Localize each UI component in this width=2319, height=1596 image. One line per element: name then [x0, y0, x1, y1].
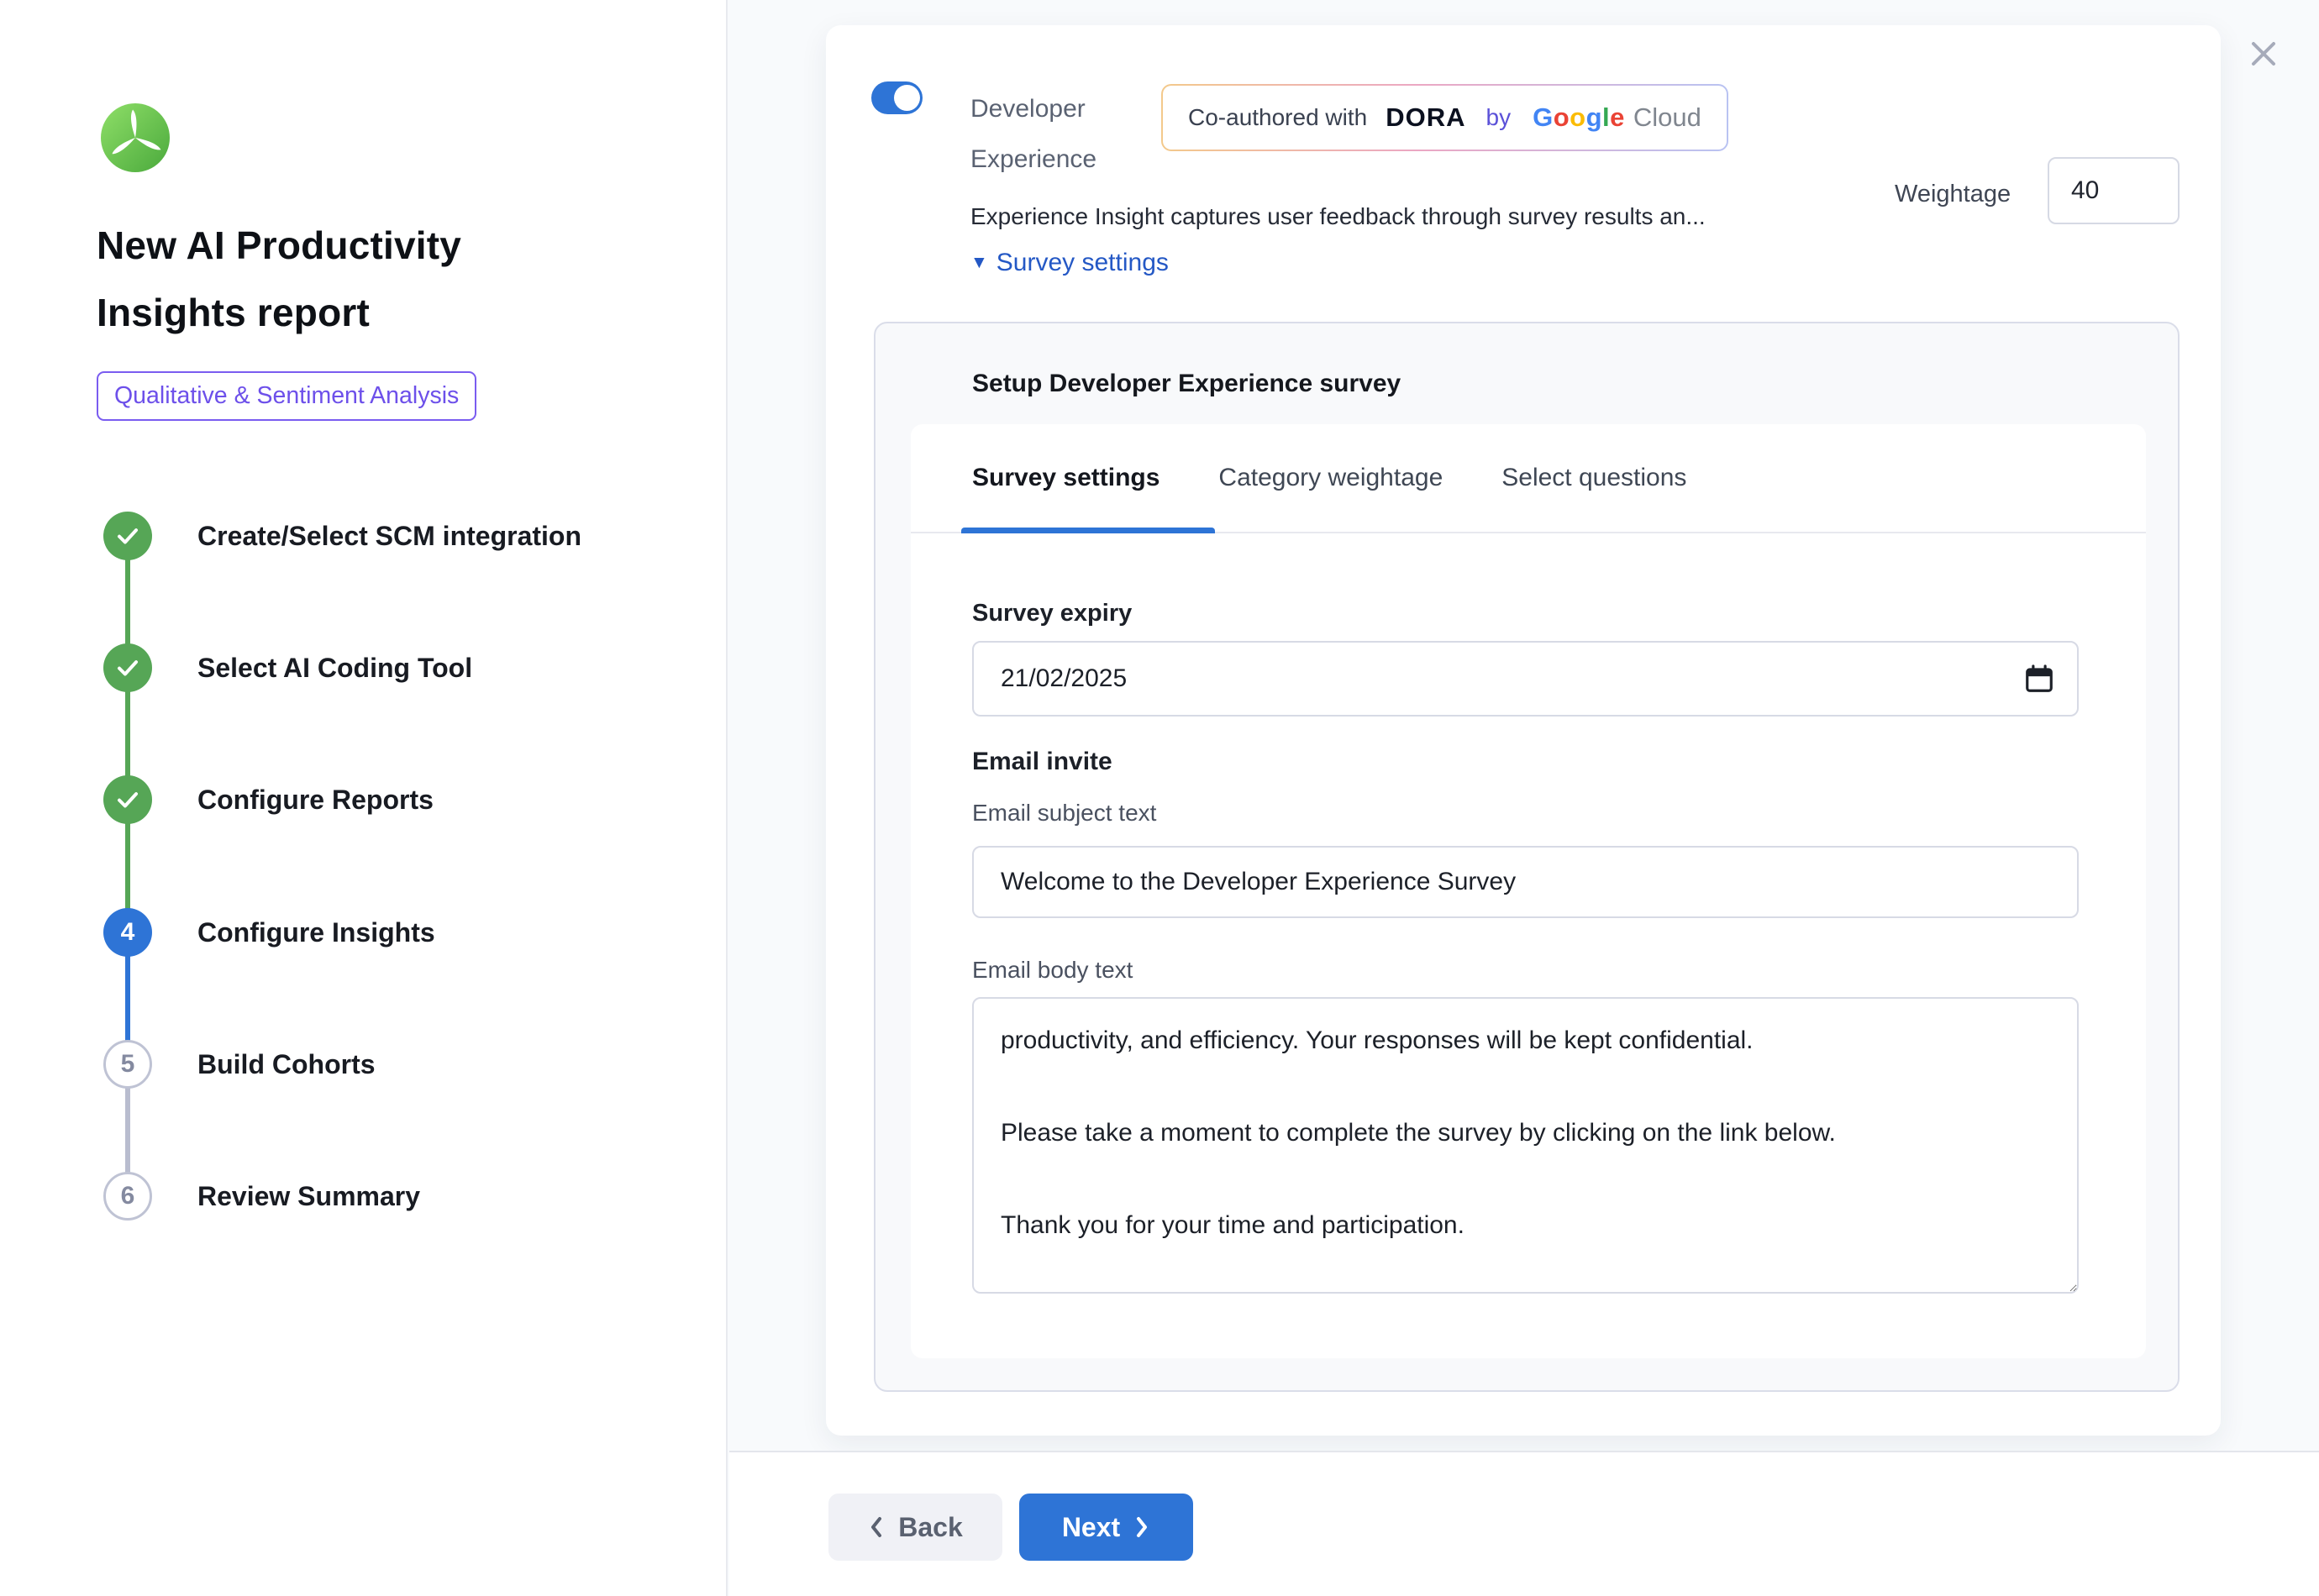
- email-body-label: Email body text: [972, 957, 1133, 984]
- step-label: Review Summary: [197, 1181, 420, 1212]
- setup-survey-heading: Setup Developer Experience survey: [972, 370, 1401, 398]
- step-label: Select AI Coding Tool: [197, 653, 472, 684]
- survey-settings-link-label: Survey settings: [996, 249, 1169, 277]
- google-letter: o: [1554, 102, 1570, 132]
- check-icon: [115, 655, 140, 680]
- step-done-circle: [103, 512, 152, 560]
- survey-expiry-field: [972, 641, 2079, 717]
- back-button-label: Back: [898, 1512, 963, 1543]
- survey-expiry-input[interactable]: [972, 641, 2079, 717]
- email-subject-input[interactable]: [972, 846, 2079, 918]
- coauthor-by: by: [1486, 104, 1512, 131]
- coauthor-prefix: Co-authored with: [1188, 104, 1367, 131]
- google-letter: e: [1610, 102, 1625, 132]
- google-letter: g: [1586, 102, 1602, 132]
- stepper-item-review-summary[interactable]: 6 Review Summary: [103, 1172, 420, 1221]
- weightage-label: Weightage: [1895, 181, 2011, 208]
- tab-survey-settings[interactable]: Survey settings: [972, 464, 1160, 492]
- coauthor-badge: Co-authored with DORA by Google Cloud: [1161, 84, 1728, 151]
- next-button-label: Next: [1062, 1512, 1120, 1543]
- active-tab-indicator: [961, 528, 1215, 533]
- check-icon: [115, 523, 140, 549]
- survey-tabs-card: Survey settings Category weightage Selec…: [911, 424, 2146, 1358]
- coauthor-badge-inner: Co-authored with DORA by Google Cloud: [1163, 86, 1727, 150]
- calendar-icon[interactable]: [2023, 663, 2055, 695]
- chevron-left-icon: [868, 1515, 885, 1539]
- email-subject-field: [972, 846, 2079, 918]
- step-done-circle: [103, 643, 152, 692]
- survey-expiry-label: Survey expiry: [972, 600, 1132, 627]
- next-button[interactable]: Next: [1019, 1494, 1193, 1561]
- app-logo-propeller-icon: [101, 103, 170, 172]
- configure-insights-panel: Developer Experience Co-authored with DO…: [826, 25, 2221, 1436]
- stepper-item-configure-reports[interactable]: Configure Reports: [103, 775, 434, 824]
- chevron-right-icon: [1133, 1515, 1150, 1539]
- step-active-circle: 4: [103, 908, 152, 957]
- step-label: Configure Reports: [197, 785, 434, 816]
- tab-row: Survey settings Category weightage Selec…: [911, 424, 2146, 533]
- stepper-item-configure-insights[interactable]: 4 Configure Insights: [103, 908, 435, 957]
- google-logo: Google: [1533, 102, 1625, 133]
- close-button[interactable]: [2247, 37, 2280, 71]
- step-done-circle: [103, 775, 152, 824]
- close-icon: [2247, 37, 2280, 71]
- insight-description: Experience Insight captures user feedbac…: [970, 203, 1886, 230]
- step-label: Build Cohorts: [197, 1049, 376, 1080]
- back-button[interactable]: Back: [828, 1494, 1002, 1561]
- developer-experience-toggle[interactable]: [871, 81, 923, 114]
- google-letter: G: [1533, 102, 1554, 132]
- check-icon: [115, 787, 140, 812]
- page-title: New AI Productivity Insights report: [97, 212, 567, 346]
- toggle-knob: [894, 85, 920, 111]
- google-letter: l: [1602, 102, 1610, 132]
- weightage-input[interactable]: [2048, 157, 2180, 224]
- step-todo-circle: 5: [103, 1040, 152, 1089]
- stepper-item-build-cohorts[interactable]: 5 Build Cohorts: [103, 1040, 376, 1089]
- email-body-textarea[interactable]: productivity, and efficiency. Your respo…: [972, 997, 2079, 1294]
- cloud-label: Cloud: [1633, 102, 1701, 133]
- step-label: Create/Select SCM integration: [197, 521, 581, 552]
- email-invite-heading: Email invite: [972, 748, 1112, 776]
- step-label: Configure Insights: [197, 917, 435, 948]
- stepper-item-scm-integration[interactable]: Create/Select SCM integration: [103, 512, 581, 560]
- stepper-item-ai-coding-tool[interactable]: Select AI Coding Tool: [103, 643, 472, 692]
- sidebar: New AI Productivity Insights report Qual…: [0, 0, 728, 1596]
- survey-settings-collapse-link[interactable]: ▼ Survey settings: [970, 249, 1169, 277]
- step-todo-circle: 6: [103, 1172, 152, 1221]
- google-letter: o: [1570, 102, 1585, 132]
- tab-select-questions[interactable]: Select questions: [1501, 464, 1686, 492]
- email-subject-label: Email subject text: [972, 800, 1156, 827]
- insight-name: Developer Experience: [970, 84, 1151, 185]
- setup-survey-card: Setup Developer Experience survey Survey…: [874, 322, 2180, 1392]
- report-type-badge: Qualitative & Sentiment Analysis: [97, 371, 476, 421]
- tab-category-weightage[interactable]: Category weightage: [1218, 464, 1443, 492]
- dora-logo: DORA: [1386, 102, 1465, 133]
- chevron-down-icon: ▼: [970, 253, 988, 273]
